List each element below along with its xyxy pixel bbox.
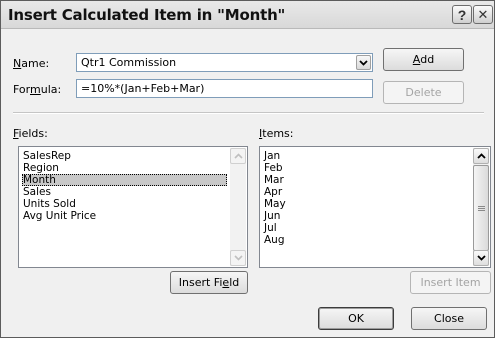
close-button[interactable]: Close	[411, 307, 487, 330]
items-label: Items:	[259, 127, 294, 140]
separator	[13, 112, 484, 114]
list-item[interactable]: Units Sold	[22, 198, 227, 210]
insert-field-button[interactable]: Insert Fi e ld	[170, 271, 248, 294]
items-scroll-up-button[interactable]	[473, 148, 489, 164]
list-item[interactable]: Mar	[263, 174, 470, 186]
list-item[interactable]: Region	[22, 162, 227, 174]
chevron-down-icon	[233, 255, 243, 261]
fields-scroll-down-button[interactable]	[230, 250, 246, 266]
fields-list: SalesRep Region Month Sales Units Sold Avg Un…	[22, 150, 227, 222]
list-item[interactable]: Apr	[263, 186, 470, 198]
grip-line	[478, 208, 485, 209]
fields-listbox[interactable]: SalesRep Region Month Sales Units Sold Avg Un…	[18, 146, 248, 268]
list-item[interactable]: Aug	[263, 234, 470, 246]
fields-scrollbar[interactable]	[230, 148, 246, 266]
items-scroll-thumb[interactable]	[473, 165, 489, 251]
list-item[interactable]: Jun	[263, 210, 470, 222]
grip-line	[478, 206, 485, 207]
dialog-title: Insert Calculated Item in "Month"	[8, 6, 286, 24]
chevron-down-icon	[476, 255, 486, 261]
list-item[interactable]: Avg Unit Price	[22, 210, 227, 222]
insert-calculated-item-dialog: Insert Calculated Item in "Month" ? ✕ Na…	[0, 0, 495, 338]
items-list: Jan Feb Mar Apr May Jun Jul Aug	[263, 150, 470, 246]
name-input[interactable]: Qtr1 Commission	[81, 56, 176, 69]
grip-line	[478, 210, 485, 211]
chevron-up-icon	[476, 153, 486, 159]
formula-label: Formula:	[13, 83, 62, 96]
list-item[interactable]: Feb	[263, 162, 470, 174]
list-item[interactable]: Jan	[263, 150, 470, 162]
list-item[interactable]: Jul	[263, 222, 470, 234]
chevron-up-icon	[233, 153, 243, 159]
insert-item-button[interactable]: Insert Item	[410, 271, 491, 294]
list-item[interactable]: SalesRep	[22, 150, 227, 162]
items-listbox[interactable]: Jan Feb Mar Apr May Jun Jul Aug	[259, 146, 491, 268]
add-button[interactable]: Add	[383, 48, 464, 71]
list-item[interactable]: May	[263, 198, 470, 210]
ok-button[interactable]: OK	[318, 307, 394, 330]
name-dropdown-button[interactable]	[356, 55, 371, 70]
name-label: Name:	[13, 57, 50, 70]
list-item[interactable]: Sales	[22, 186, 227, 198]
fields-scroll-up-button[interactable]	[230, 148, 246, 164]
items-scrollbar[interactable]	[473, 148, 489, 266]
close-icon: ✕	[477, 6, 489, 22]
list-item[interactable]: Month	[22, 174, 227, 186]
help-icon: ?	[457, 6, 467, 23]
chevron-down-icon	[359, 59, 368, 66]
title-bar[interactable]: Insert Calculated Item in "Month" ? ✕	[1, 1, 494, 29]
fields-label: Fields:	[13, 127, 48, 140]
delete-button[interactable]: Delete	[383, 81, 464, 104]
help-button[interactable]: ?	[452, 5, 472, 24]
formula-input[interactable]: =10%*(Jan+Feb+Mar)	[76, 79, 373, 98]
name-combobox[interactable]: Qtr1 Commission	[76, 53, 373, 72]
items-scroll-down-button[interactable]	[473, 250, 489, 266]
close-window-button[interactable]: ✕	[473, 5, 493, 24]
